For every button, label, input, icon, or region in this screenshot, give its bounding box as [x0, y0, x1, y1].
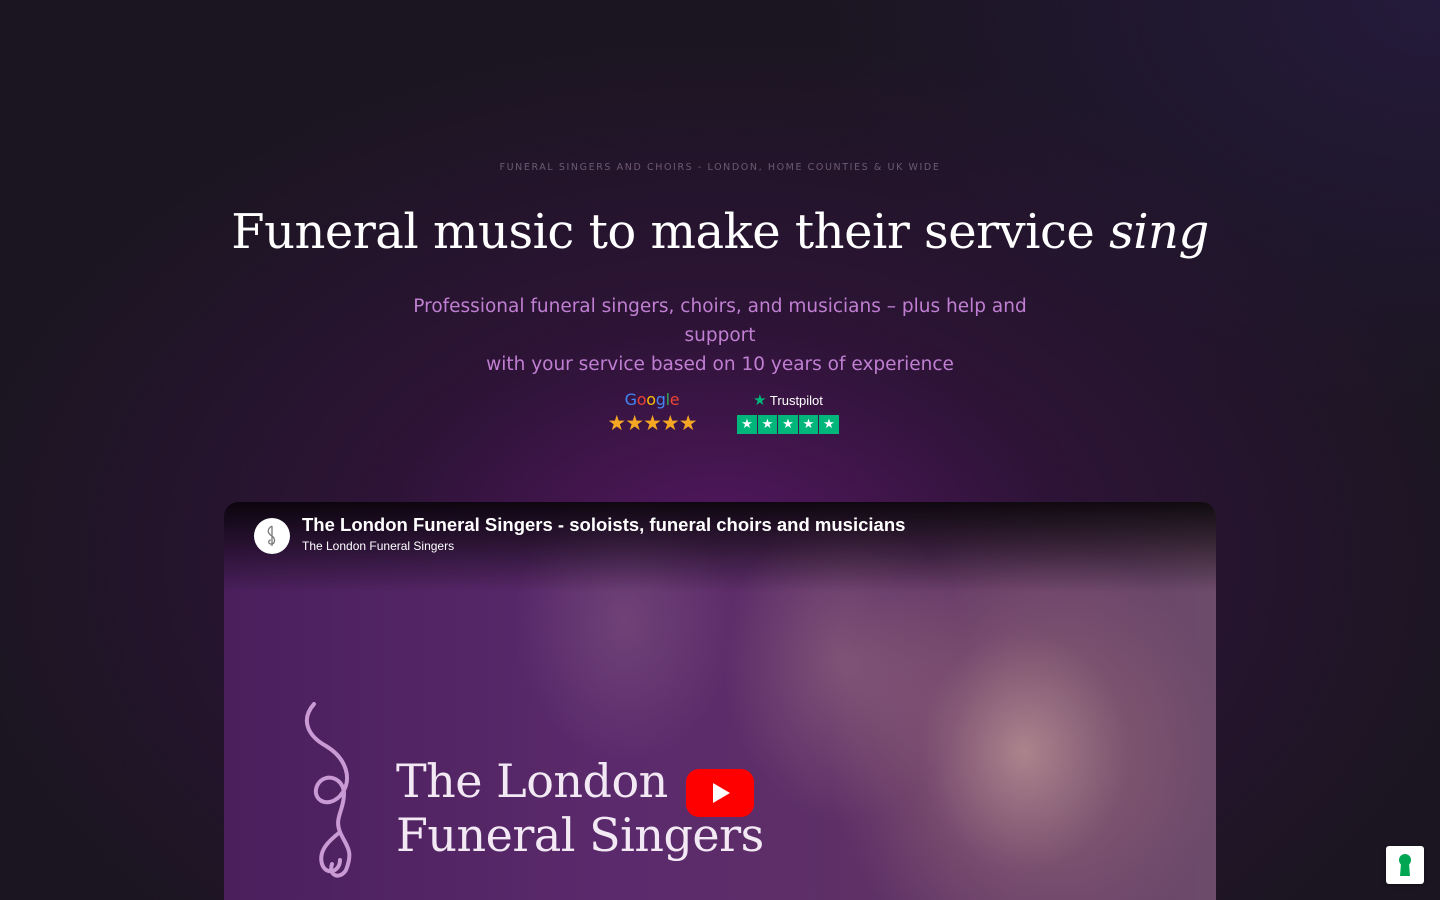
- video-embed[interactable]: The London Funeral Singers - soloists, f…: [224, 502, 1216, 900]
- video-brand-line-1: The London: [396, 754, 668, 808]
- trustpilot-rating[interactable]: ★ Trustpilot ★ ★ ★ ★ ★: [736, 390, 840, 436]
- google-logo: Google: [598, 390, 706, 409]
- subhead-line-2: with your service based on 10 years of e…: [486, 354, 954, 375]
- play-icon: [713, 783, 730, 803]
- video-channel-name[interactable]: The London Funeral Singers: [302, 539, 454, 553]
- google-letter: g: [655, 390, 666, 409]
- subhead-line-1: Professional funeral singers, choirs, an…: [413, 296, 1027, 346]
- google-letter: G: [624, 390, 637, 409]
- hero-headline: Funeral music to make their service sing: [0, 204, 1440, 260]
- clef-logo-icon: [304, 702, 352, 878]
- trustpilot-box-star-icon: ★: [778, 415, 798, 434]
- video-title[interactable]: The London Funeral Singers - soloists, f…: [302, 514, 905, 536]
- keyhole-icon: [1399, 854, 1411, 876]
- trustpilot-stars: ★ ★ ★ ★ ★: [736, 415, 840, 435]
- google-stars-icon: ★★★★★: [607, 411, 697, 435]
- trustpilot-star-icon: ★: [753, 392, 767, 409]
- hero-eyebrow: FUNERAL SINGERS AND CHOIRS - LONDON, HOM…: [499, 162, 941, 173]
- treble-clef-icon: [267, 525, 276, 546]
- channel-avatar[interactable]: [254, 518, 290, 554]
- google-letter: o: [646, 390, 656, 409]
- google-rating[interactable]: Google ★★★★★: [598, 390, 706, 436]
- trustpilot-logo: ★ Trustpilot: [736, 391, 840, 409]
- review-ratings: Google ★★★★★ ★ Trustpilot ★ ★ ★ ★ ★: [598, 390, 842, 440]
- play-button[interactable]: [686, 769, 754, 817]
- trustpilot-label: Trustpilot: [769, 393, 823, 408]
- hero-subheading: Professional funeral singers, choirs, an…: [380, 292, 1060, 379]
- trustpilot-box-star-icon: ★: [737, 415, 757, 434]
- google-letter: e: [669, 390, 680, 409]
- google-letter: o: [636, 390, 647, 409]
- trustpilot-box-star-icon: ★: [819, 415, 839, 434]
- trustpilot-box-star-icon: ★: [757, 415, 778, 434]
- trustpilot-box-star-icon: ★: [798, 415, 819, 434]
- headline-text: Funeral music to make their service: [231, 204, 1110, 260]
- cookie-settings-button[interactable]: [1386, 846, 1424, 884]
- headline-emphasis: sing: [1109, 204, 1209, 260]
